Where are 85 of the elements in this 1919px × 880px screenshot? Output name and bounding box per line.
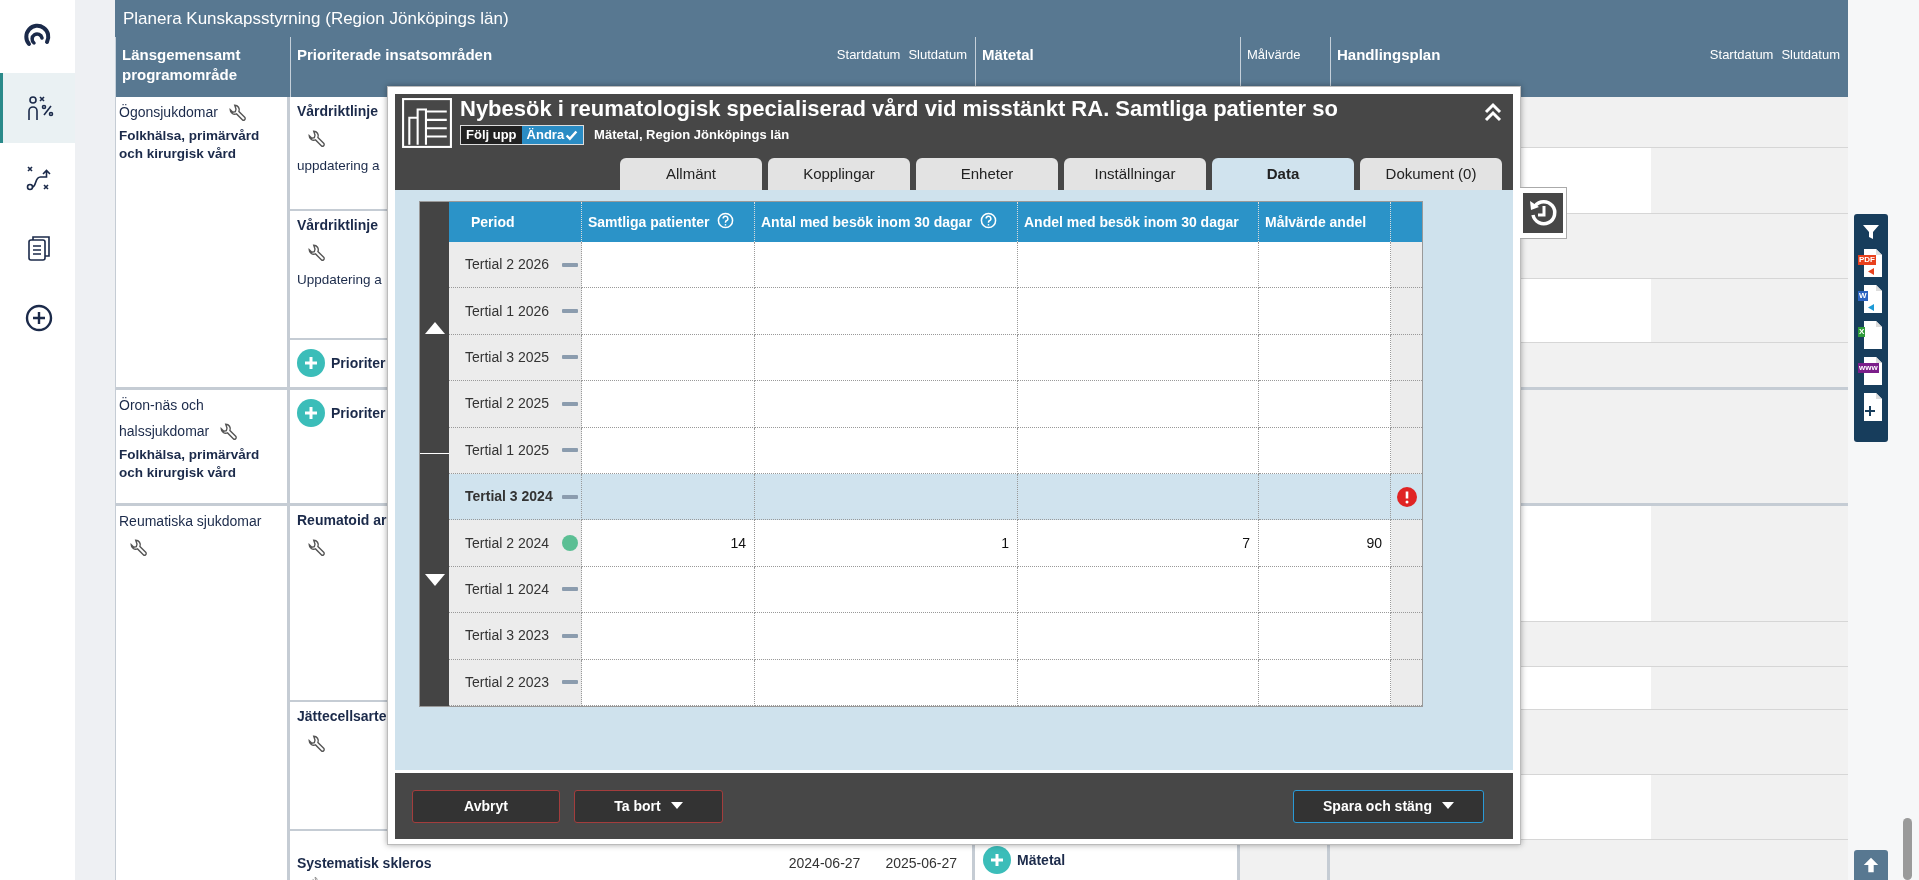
restore-button[interactable] — [1520, 187, 1567, 239]
table-row[interactable]: Tertial 2 2024 14 1 7 90 — [449, 520, 1422, 567]
dialog-title: Nybesök i reumatologisk specialiserad vård vid misstänkt RA. Samtliga patienter so — [460, 95, 1338, 123]
area-name: Reumatiska sjukdomar — [119, 513, 262, 529]
filter-icon[interactable] — [1861, 222, 1881, 242]
mode-option[interactable]: Följ upp — [461, 126, 522, 144]
history-icon — [1523, 193, 1563, 233]
period-label: Tertial 3 2024 — [465, 487, 553, 507]
table-cell: 1 — [755, 520, 1018, 567]
table-row[interactable]: Tertial 2 2025 — [449, 381, 1422, 428]
caret-icon — [1441, 802, 1454, 810]
item-title: Reumatoid ar — [297, 511, 387, 530]
column-header: Målvärde — [1247, 46, 1301, 64]
owner-label: Folkhälsa, primärvård och kirurgisk vård — [119, 446, 261, 482]
table-row[interactable]: Tertial 3 2023 — [449, 613, 1422, 660]
tab[interactable]: Allmänt — [620, 158, 762, 190]
caret-icon — [670, 802, 683, 810]
table-cell: 7 — [1018, 520, 1259, 567]
column-header: Prioriterade insatsområden — [297, 45, 493, 65]
tab[interactable]: Inställningar — [1064, 158, 1206, 190]
table-row[interactable]: Tertial 3 2025 — [449, 334, 1422, 382]
arrow-up-icon — [1862, 856, 1880, 874]
table-cell: 14 — [582, 520, 755, 567]
chart-table-icon — [401, 97, 453, 149]
start-date: 2024-06-27 — [788, 854, 861, 873]
column-header: Samtliga patienter — [588, 212, 710, 232]
column-header: Målvärde andel — [1265, 212, 1367, 232]
period-label: Tertial 3 2025 — [465, 347, 550, 367]
help-icon[interactable] — [979, 211, 997, 229]
tab[interactable]: Data — [1212, 158, 1354, 190]
tab[interactable]: Kopplingar — [768, 158, 910, 190]
plus-icon — [297, 349, 325, 377]
column-header: Handlingsplan — [1337, 45, 1441, 65]
delete-button[interactable]: Ta bort — [574, 789, 723, 823]
item-note: Uppdatering a — [297, 271, 382, 289]
mode-option[interactable]: Ändra — [521, 126, 584, 144]
item-note: uppdatering a — [297, 157, 380, 175]
column-header: Andel med besök inom 30 dagar — [1024, 212, 1239, 232]
table-row[interactable]: Tertial 1 2024 — [449, 566, 1422, 614]
item-title: Systematisk skleros — [297, 854, 432, 873]
check-icon — [565, 128, 579, 142]
add-measure-button[interactable]: Mätetal — [983, 846, 1229, 874]
period-label: Tertial 2 2024 — [465, 533, 550, 553]
add-priority-button[interactable]: Prioriter — [297, 348, 386, 378]
item-title: Vårdriktlinje — [297, 216, 378, 235]
triangle-up-icon — [424, 321, 445, 334]
triangle-down-icon — [424, 573, 445, 586]
period-label: Tertial 3 2023 — [465, 626, 550, 646]
table-row[interactable]: Tertial 2 2026 — [449, 242, 1422, 289]
period-label: Tertial 2 2025 — [465, 394, 550, 414]
add-icon — [24, 303, 54, 333]
item-title: Jättecellsarte — [297, 707, 387, 726]
end-date: 2025-06-27 — [885, 854, 957, 873]
scrollbar-thumb[interactable] — [1903, 818, 1912, 880]
period-label: Tertial 1 2024 — [465, 579, 550, 599]
dialog-subtitle: Mätetal, Region Jönköpings län — [594, 126, 790, 145]
column-header: Slutdatum — [1781, 46, 1840, 64]
cancel-button[interactable]: Avbryt — [412, 789, 560, 823]
scroll-top-button[interactable] — [1854, 850, 1888, 880]
save-close-button[interactable]: Spara och stäng — [1293, 789, 1484, 823]
column-header: Startdatum — [1709, 46, 1774, 64]
column-header: Startdatum — [836, 46, 901, 64]
column-header: Period — [471, 212, 515, 232]
column-header: Slutdatum — [908, 46, 967, 64]
period-label: Tertial 1 2025 — [465, 440, 550, 460]
column-header: Länsgemensamt programområde — [122, 45, 242, 85]
area-name: Ögonsjukdomar — [119, 104, 218, 120]
column-header: Mätetal — [982, 45, 1034, 65]
table-row[interactable]: Tertial 1 2026 — [449, 288, 1422, 335]
tab[interactable]: Dokument (0) — [1360, 158, 1502, 190]
tab[interactable]: Enheter — [916, 158, 1058, 190]
column-header: Antal med besök inom 30 dagar — [761, 212, 972, 232]
period-label: Tertial 2 2023 — [465, 672, 550, 692]
page-title: Planera Kunskapsstyrning (Region Jönköpings län) — [123, 7, 509, 30]
owner-label: Folkhälsa, primärvård och kirurgisk vård — [119, 127, 261, 163]
item-title: Vårdriktlinje — [297, 102, 378, 121]
period-label: Tertial 2 2026 — [465, 255, 550, 275]
table-row[interactable]: Tertial 3 2024 — [449, 473, 1422, 521]
period-label: Tertial 1 2026 — [465, 301, 550, 321]
plus-icon — [297, 399, 325, 427]
table-row[interactable]: Tertial 1 2025 — [449, 427, 1422, 474]
area-name: Öron-näs och halssjukdomar — [119, 397, 210, 439]
table-row[interactable]: Tertial 2 2023 — [449, 659, 1422, 706]
add-priority-button[interactable]: Prioriter — [297, 398, 386, 428]
help-icon[interactable] — [717, 211, 735, 229]
